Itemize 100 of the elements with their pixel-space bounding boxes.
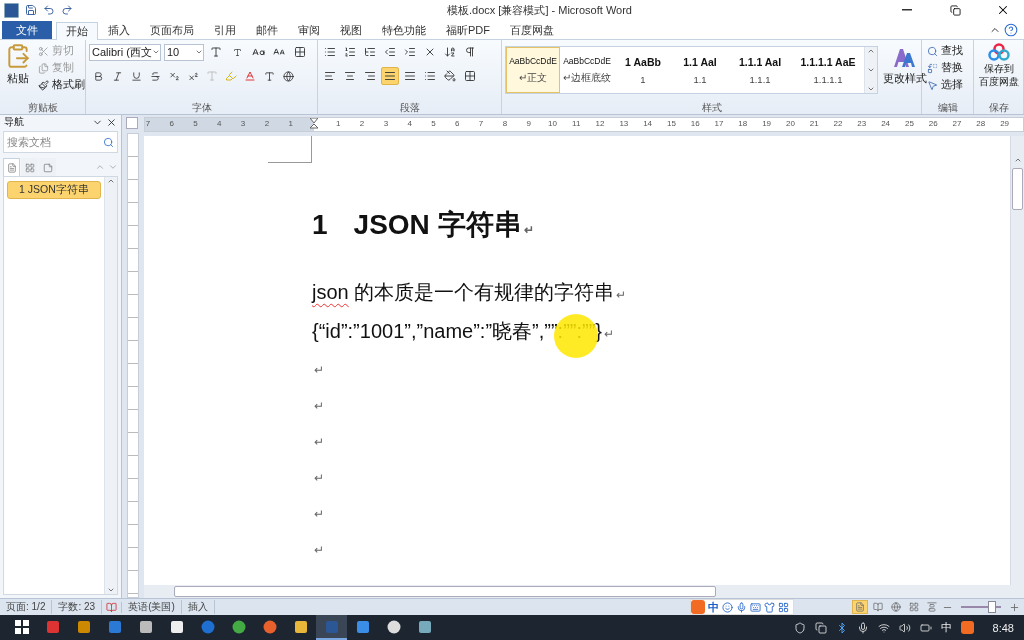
zoom-in-icon[interactable] <box>1009 601 1020 613</box>
keyboard-icon[interactable] <box>750 601 761 613</box>
ribbon-tab[interactable]: 邮件 <box>246 21 288 39</box>
close-icon[interactable] <box>106 116 117 128</box>
clock[interactable]: 8:48 <box>992 621 1014 634</box>
emoji-icon[interactable] <box>722 601 733 613</box>
paragraph-mark: ↵ <box>314 435 324 449</box>
style-item[interactable]: AaBbCcDdE ↵边框底纹 <box>560 47 614 93</box>
letter-icon <box>232 47 242 57</box>
sort-icon <box>444 46 456 58</box>
volume-icon[interactable] <box>898 621 911 634</box>
shirt-icon[interactable] <box>764 601 775 613</box>
round-app-icon <box>262 619 277 634</box>
paste-button[interactable]: 粘贴 <box>3 43 33 101</box>
reading-view-button[interactable] <box>870 600 886 614</box>
scroll-up-icon <box>107 177 115 185</box>
style-item[interactable]: 1.1.1 AaI 1.1.1 <box>728 47 792 93</box>
square-app-icon <box>76 619 91 634</box>
ribbon-tab[interactable]: 审阅 <box>288 21 330 39</box>
input-method-indicator[interactable]: 中 <box>940 620 952 635</box>
search-field[interactable]: 搜索文档 <box>3 131 118 153</box>
globe-icon <box>891 602 901 612</box>
italic-icon <box>111 70 123 82</box>
ribbon-tab[interactable]: 福昕PDF <box>436 21 500 39</box>
style-item[interactable]: 1.1 AaI 1.1 <box>672 47 728 93</box>
square-app-icon <box>169 619 184 634</box>
group-label: 样式 <box>700 101 723 114</box>
slider-thumb[interactable] <box>988 601 996 613</box>
letter-icon <box>206 70 218 82</box>
paragraph-mark: ↵ <box>314 471 324 485</box>
save-icon <box>25 4 37 16</box>
clipboard-icon <box>5 43 31 69</box>
group-label: 段落 <box>398 101 421 114</box>
web-view-button[interactable] <box>888 600 904 614</box>
ribbon-tab[interactable]: 插入 <box>98 21 140 39</box>
undo-button[interactable] <box>43 4 55 16</box>
ribbon-tab[interactable]: 页面布局 <box>140 21 204 39</box>
round-app-icon <box>386 619 401 634</box>
lines-icon <box>927 602 937 612</box>
ribbon-tab[interactable]: 视图 <box>330 21 372 39</box>
horizontal-ruler: 7 6 5 4 3 2 1 1 2 3 4 5 6 7 8 9 10 11 12 13 14 15 16 17 18 19 20 21 22 23 24 25 26 27 28 29 <box>144 117 1024 132</box>
scroll-thumb[interactable] <box>174 586 716 597</box>
scroll-up-icon <box>1013 156 1022 164</box>
font-size-field[interactable]: 10 <box>164 43 204 61</box>
horizontal-scrollbar[interactable] <box>144 585 1024 598</box>
multilevel-list-icon <box>364 46 376 58</box>
brush-icon <box>38 79 49 91</box>
ribbon-tab[interactable]: 百度网盘 <box>500 21 564 39</box>
grid-icon[interactable] <box>778 601 789 613</box>
grid-icon <box>24 162 35 173</box>
indent-marker-icon[interactable] <box>310 118 319 130</box>
round-app-icon <box>231 619 246 634</box>
file-menu-tab[interactable]: 文件 <box>2 21 52 39</box>
superscript-icon <box>187 70 199 82</box>
style-item[interactable]: 1.1.1.1 AaE 1.1.1.1 <box>792 47 864 93</box>
align-justify-button[interactable] <box>381 67 399 85</box>
shield-icon[interactable] <box>793 621 806 634</box>
help-icon[interactable] <box>1004 23 1018 37</box>
border-icon <box>294 46 306 58</box>
microphone-icon[interactable] <box>856 621 869 634</box>
align-icon <box>404 70 416 82</box>
scroll-down-icon <box>867 66 875 74</box>
scrollbar[interactable] <box>104 177 117 594</box>
square-app-icon <box>324 619 339 634</box>
align-icon <box>364 70 376 82</box>
ribbon-tab[interactable]: 开始 <box>56 22 98 40</box>
square-app-icon <box>355 619 370 634</box>
highlighter-icon <box>225 70 237 82</box>
save-button[interactable] <box>25 4 37 16</box>
wifi-icon[interactable] <box>877 621 890 634</box>
pane-title: 导航 <box>4 115 24 129</box>
square-app-icon <box>107 619 122 634</box>
style-item[interactable]: 1 AaBb 1 <box>614 47 672 93</box>
heading-item[interactable]: 1 JSON字符串 <box>7 181 101 199</box>
scroll-up-icon <box>867 47 875 55</box>
strikethrough-icon <box>149 70 161 82</box>
align-icon <box>324 70 336 82</box>
style-item[interactable]: AaBbCcDdE ↵正文 <box>506 47 560 93</box>
redo-button[interactable] <box>61 4 73 16</box>
scroll-thumb[interactable] <box>1012 168 1023 210</box>
ribbon-tab[interactable]: 特色功能 <box>372 21 436 39</box>
cross-icon <box>424 46 436 58</box>
scrollbar[interactable] <box>1010 136 1024 585</box>
ime-mode[interactable]: 中 <box>708 599 719 615</box>
draft-view-button[interactable] <box>924 600 940 614</box>
save-to-cloud-button[interactable]: 保存到 百度网盘 <box>977 43 1021 101</box>
group-label: 剪贴板 <box>26 101 59 114</box>
paragraph-mark: ↵ <box>314 363 324 377</box>
font-name-field[interactable]: Calibri (西文 <box>89 43 161 61</box>
font-color-icon <box>244 70 256 82</box>
more-icon <box>867 85 875 93</box>
page-icon <box>855 602 865 612</box>
ribbon-tab[interactable]: 引用 <box>204 21 246 39</box>
pointer-icon <box>927 79 938 91</box>
square-app-icon <box>138 619 153 634</box>
battery-icon[interactable] <box>919 621 932 634</box>
numbering-icon <box>344 46 356 58</box>
shading-button[interactable] <box>441 67 459 85</box>
redo-icon <box>61 4 73 16</box>
painter-button[interactable]: 格式刷 <box>36 77 87 93</box>
